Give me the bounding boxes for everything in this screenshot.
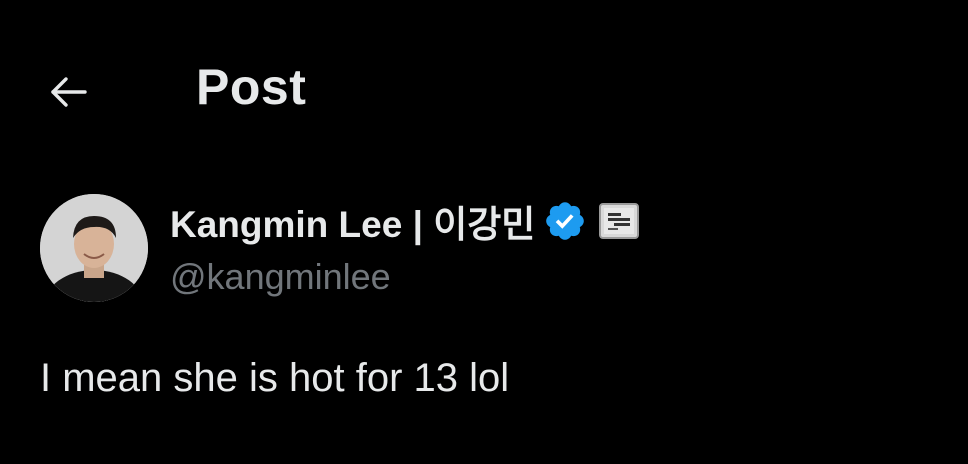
affiliate-logo-icon[interactable] bbox=[599, 203, 640, 239]
display-name[interactable]: Kangmin Lee | 이강민 bbox=[170, 194, 535, 248]
back-button[interactable] bbox=[40, 68, 96, 116]
user-handle[interactable]: @kangminlee bbox=[170, 256, 391, 298]
post-text: I mean she is hot for 13 lol bbox=[40, 356, 510, 400]
post-header: Post bbox=[0, 0, 968, 180]
arrow-left-icon bbox=[48, 76, 88, 108]
avatar[interactable] bbox=[40, 194, 148, 302]
post-author: Kangmin Lee | 이강민 @kangminlee bbox=[40, 190, 940, 320]
verified-badge-icon[interactable] bbox=[543, 199, 587, 243]
name-row: Kangmin Lee | 이강민 bbox=[170, 194, 640, 248]
page-title: Post bbox=[196, 59, 307, 115]
